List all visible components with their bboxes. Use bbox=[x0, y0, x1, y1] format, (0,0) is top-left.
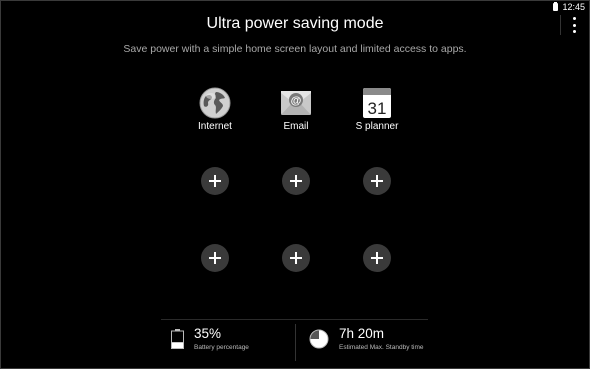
page-subtitle: Save power with a simple home screen lay… bbox=[123, 43, 467, 55]
add-app-button[interactable] bbox=[282, 167, 310, 195]
app-email[interactable]: @ Email bbox=[261, 87, 331, 132]
svg-text:@: @ bbox=[291, 95, 302, 107]
email-icon: @ bbox=[281, 91, 311, 115]
status-bar: 12:45 bbox=[553, 1, 585, 13]
battery-icon bbox=[171, 329, 184, 349]
page-title: Ultra power saving mode bbox=[206, 15, 384, 32]
add-app-button[interactable] bbox=[363, 244, 391, 272]
status-time: 12:45 bbox=[562, 2, 585, 12]
ultra-power-saving-screen: 12:45 Ultra power saving mode Save power… bbox=[0, 0, 590, 369]
add-app-button[interactable] bbox=[201, 244, 229, 272]
standby-time-value: 7h 20m bbox=[339, 326, 385, 341]
battery-stat: 35% Battery percentage bbox=[171, 325, 249, 351]
footer-divider-line bbox=[161, 319, 428, 320]
add-app-button[interactable] bbox=[363, 167, 391, 195]
battery-percentage-value: 35% bbox=[194, 326, 222, 341]
calendar-icon: 31 bbox=[363, 88, 391, 118]
app-label: Internet bbox=[198, 121, 232, 132]
add-app-button[interactable] bbox=[201, 167, 229, 195]
battery-percentage-label: Battery percentage bbox=[194, 344, 249, 351]
add-app-button[interactable] bbox=[282, 244, 310, 272]
standby-stat: 7h 20m Estimated Max. Standby time bbox=[309, 325, 424, 351]
battery-status-icon bbox=[553, 2, 559, 11]
app-label: S planner bbox=[355, 121, 399, 132]
globe-icon bbox=[199, 87, 231, 119]
calendar-date: 31 bbox=[368, 99, 387, 118]
app-s-planner[interactable]: 31 S planner bbox=[342, 87, 412, 132]
standby-time-label: Estimated Max. Standby time bbox=[339, 344, 424, 351]
app-label: Email bbox=[283, 121, 309, 132]
standby-time-icon bbox=[309, 329, 329, 349]
app-internet[interactable]: Internet bbox=[180, 87, 250, 132]
footer-divider bbox=[295, 324, 296, 361]
